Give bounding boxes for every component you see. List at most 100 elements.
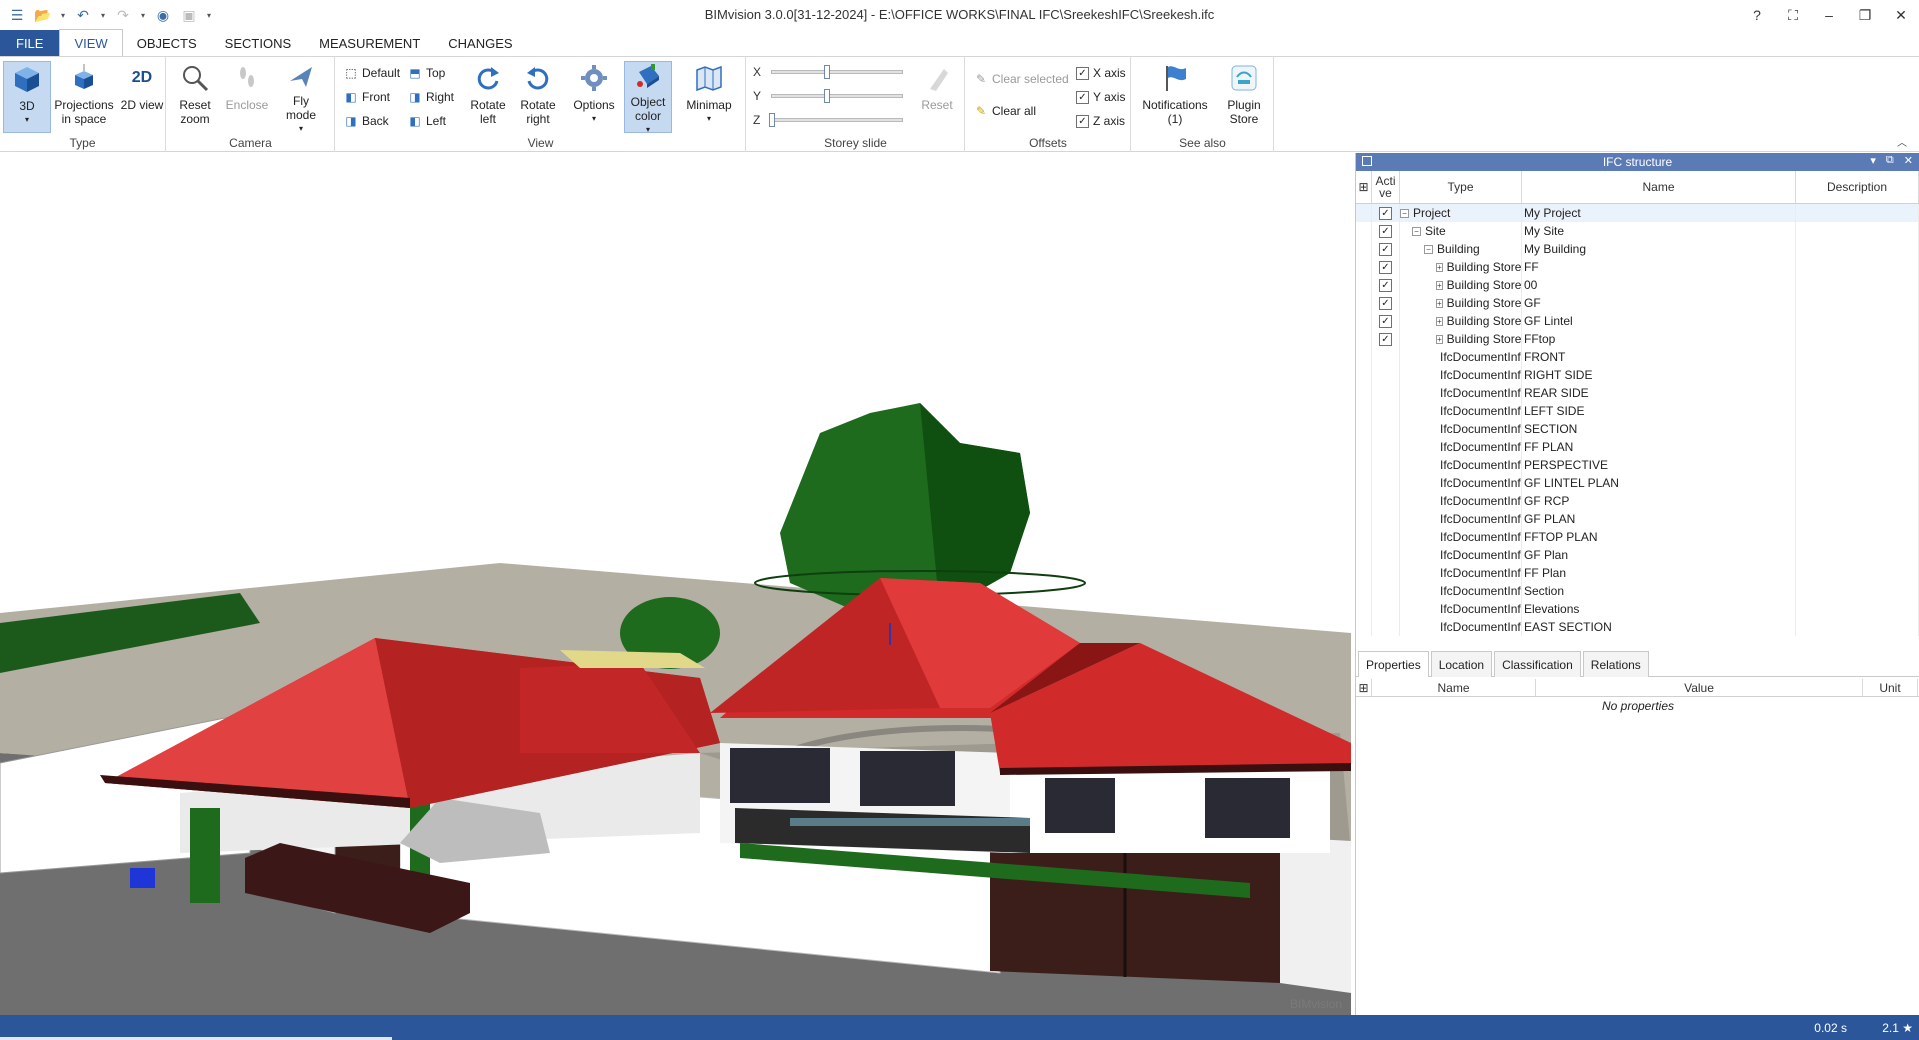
props-col-name[interactable]: Name [1372, 679, 1536, 696]
ifc-row[interactable]: IfcDocumentInfo...RIGHT SIDE [1356, 366, 1919, 384]
tab-relations[interactable]: Relations [1582, 651, 1649, 677]
y-slider-thumb[interactable] [823, 89, 830, 103]
undo-dropdown-icon[interactable]: ▾ [98, 4, 108, 26]
ifc-row[interactable]: ✓ − Site My Site [1356, 222, 1919, 240]
props-col-value[interactable]: Value [1536, 679, 1863, 696]
ifc-row[interactable]: IfcDocumentInfo...GF PLAN [1356, 510, 1919, 528]
front-view-button[interactable]: ◧ Front [344, 87, 390, 107]
active-checkbox[interactable]: ✓ [1379, 278, 1392, 292]
active-checkbox[interactable]: ✓ [1379, 296, 1392, 310]
ifc-row[interactable]: IfcDocumentInfo...FRONT [1356, 348, 1919, 366]
storey-reset-button[interactable]: Reset [913, 61, 961, 133]
options-button[interactable]: Options ▾ [570, 61, 618, 133]
col-description[interactable]: Description [1796, 171, 1919, 203]
ifc-row[interactable]: IfcDocumentInfo...Elevations [1356, 600, 1919, 618]
open-folder-icon[interactable]: 📂 [32, 4, 54, 26]
undo-icon[interactable]: ↶ [72, 4, 94, 26]
active-checkbox[interactable]: ✓ [1379, 332, 1392, 346]
ifc-row[interactable]: IfcDocumentInfo...SECTION [1356, 420, 1919, 438]
rotate-right-button[interactable]: Rotate right [514, 61, 562, 133]
tab-file[interactable]: FILE [0, 30, 60, 56]
y-axis-checkbox[interactable]: ✓ Y axis [1076, 87, 1125, 107]
fullscreen-button[interactable]: ⛶ [1775, 0, 1811, 30]
tab-measurement[interactable]: MEASUREMENT [305, 30, 434, 56]
expand-icon[interactable]: + [1436, 280, 1443, 290]
panel-float-icon[interactable]: ⧉ [1886, 154, 1894, 167]
fly-mode-button[interactable]: Fly mode ▾ [277, 61, 325, 133]
projections-button[interactable]: Projections in space [52, 61, 116, 133]
active-checkbox[interactable]: ✓ [1379, 260, 1392, 274]
tab-properties[interactable]: Properties [1358, 651, 1429, 677]
ifc-row[interactable]: IfcDocumentInfo...FF PLAN [1356, 438, 1919, 456]
expand-icon[interactable]: + [1436, 334, 1443, 344]
x-slider-thumb[interactable] [823, 65, 830, 79]
ifc-row[interactable]: IfcDocumentInfo...GF Plan [1356, 546, 1919, 564]
ifc-row[interactable]: ✓ + Building Storey GF [1356, 294, 1919, 312]
ifc-row[interactable]: ✓ + Building Storey FF [1356, 258, 1919, 276]
redo-dropdown-icon[interactable]: ▾ [138, 4, 148, 26]
target-icon[interactable]: ◉ [152, 4, 174, 26]
reset-zoom-button[interactable]: Reset zoom [171, 61, 219, 133]
back-view-button[interactable]: ◨ Back [344, 111, 388, 131]
ifc-row[interactable]: IfcDocumentInfo...PERSPECTIVE [1356, 456, 1919, 474]
default-view-button[interactable]: ⬚ Default [344, 63, 400, 83]
app-menu-icon[interactable]: ☰ [6, 4, 28, 26]
z-slider-thumb[interactable] [769, 113, 775, 127]
props-column-chooser-icon[interactable]: ⊞ [1356, 679, 1372, 696]
z-slider[interactable] [769, 113, 903, 127]
ifc-row[interactable]: IfcDocumentInfo...Section [1356, 582, 1919, 600]
minimap-button[interactable]: Minimap ▾ [682, 61, 736, 133]
ifc-row[interactable]: IfcDocumentInfo...REAR SIDE [1356, 384, 1919, 402]
ifc-row[interactable]: IfcDocumentInfo...LEFT SIDE [1356, 402, 1919, 420]
ifc-row[interactable]: IfcDocumentInfo...FF Plan [1356, 564, 1919, 582]
ifc-row[interactable]: IfcDocumentInfo...GF LINTEL PLAN [1356, 474, 1919, 492]
ifc-row[interactable]: ✓ + Building Storey GF Lintel [1356, 312, 1919, 330]
props-splitter[interactable] [1356, 643, 1919, 651]
3d-viewport[interactable]: BIMvision [0, 153, 1351, 1015]
ifc-row[interactable]: ✓ + Building Storey FFtop [1356, 330, 1919, 348]
plugin-store-button[interactable]: Plugin Store [1218, 61, 1270, 133]
col-name[interactable]: Name [1522, 171, 1796, 203]
tab-objects[interactable]: OBJECTS [123, 30, 211, 56]
close-button[interactable]: ✕ [1883, 0, 1919, 30]
view-3d-button[interactable]: 3D ▾ [3, 61, 51, 133]
view-2d-button[interactable]: 2D 2D view [118, 61, 166, 133]
panel-close-icon[interactable]: ✕ [1904, 154, 1913, 167]
right-view-button[interactable]: ◨ Right [408, 87, 454, 107]
enclose-button[interactable]: Enclose [223, 61, 271, 133]
restore-button[interactable]: ❐ [1847, 0, 1883, 30]
clear-all-button[interactable]: ✎ Clear all [974, 101, 1036, 121]
left-view-button[interactable]: ◧ Left [408, 111, 446, 131]
notifications-button[interactable]: Notifications (1) [1138, 61, 1212, 133]
tab-changes[interactable]: CHANGES [434, 30, 526, 56]
collapse-icon[interactable]: − [1412, 226, 1421, 236]
panel-dropdown-icon[interactable]: ▾ [1870, 154, 1876, 167]
expand-icon[interactable]: + [1436, 316, 1443, 326]
redo-icon[interactable]: ↷ [112, 4, 134, 26]
z-axis-checkbox[interactable]: ✓ Z axis [1076, 111, 1125, 131]
ifc-row[interactable]: ✓ + Building Storey 00 [1356, 276, 1919, 294]
top-view-button[interactable]: ⬒ Top [408, 63, 445, 83]
tab-location[interactable]: Location [1430, 651, 1493, 677]
tab-classification[interactable]: Classification [1494, 651, 1581, 677]
active-checkbox[interactable]: ✓ [1379, 224, 1392, 238]
ifc-row[interactable]: IfcDocumentInfo...FFTOP PLAN [1356, 528, 1919, 546]
collapse-icon[interactable]: − [1424, 244, 1433, 254]
clear-selected-button[interactable]: ✎ Clear selected [974, 69, 1069, 89]
collapse-icon[interactable]: − [1400, 208, 1409, 218]
open-dropdown-icon[interactable]: ▾ [58, 4, 68, 26]
props-col-unit[interactable]: Unit [1863, 679, 1918, 696]
object-color-button[interactable]: Object color ▾ [624, 61, 672, 134]
house-model[interactable]: BIMvision [0, 153, 1351, 1015]
tab-view[interactable]: VIEW [59, 29, 123, 56]
col-active[interactable]: Acti ve [1372, 171, 1400, 203]
active-checkbox[interactable]: ✓ [1379, 242, 1392, 256]
ifc-row[interactable]: IfcDocumentInfo...EAST SECTION [1356, 618, 1919, 636]
col-type[interactable]: Type [1400, 171, 1522, 203]
ifc-row[interactable]: ✓ − Building My Building [1356, 240, 1919, 258]
tab-sections[interactable]: SECTIONS [211, 30, 305, 56]
x-slider[interactable] [771, 65, 903, 79]
ifc-row[interactable]: IfcDocumentInfo...GF RCP [1356, 492, 1919, 510]
x-axis-checkbox[interactable]: ✓ X axis [1076, 63, 1126, 83]
window-icon[interactable]: ▣ [178, 4, 200, 26]
